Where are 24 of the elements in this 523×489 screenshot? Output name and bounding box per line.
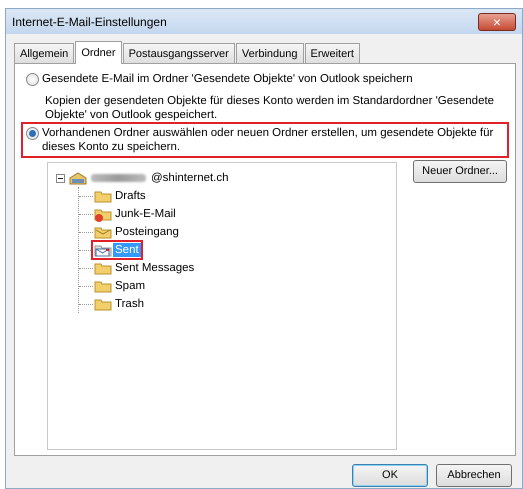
account-label[interactable]: @shinternet.ch xyxy=(149,171,231,185)
radio-button[interactable] xyxy=(26,127,39,140)
folder-label[interactable]: Posteingang xyxy=(113,225,181,239)
option-label[interactable]: Vorhandenen Ordner auswählen oder neuen Ordner erstellen, um gesendete Objekte für dieses Konto zu speichern. xyxy=(42,126,504,154)
mailbox-icon xyxy=(68,170,88,186)
option-label[interactable]: Gesendete E-Mail im Ordner 'Gesendete Objekte' von Outlook speichern xyxy=(42,72,413,86)
tab[interactable]: Allgemein xyxy=(14,43,74,63)
ok-button[interactable]: OK xyxy=(352,464,428,487)
tab[interactable]: Ordner xyxy=(75,41,122,64)
radio-button[interactable] xyxy=(26,73,39,86)
redacted-name xyxy=(91,174,146,182)
collapse-toggle-icon[interactable] xyxy=(56,174,65,182)
folder-label[interactable]: Spam xyxy=(113,279,148,293)
folder-label[interactable]: Junk-E-Mail xyxy=(113,207,178,221)
folder-label[interactable]: Trash xyxy=(113,297,146,311)
option-description: Kopien der gesendeten Objekte für dieses Konto werden im Standardordner 'Gesendete Objekte' von Outlook gespeichert. xyxy=(44,94,496,122)
new-folder-button[interactable]: Neuer Ordner... xyxy=(413,160,507,182)
folder-label[interactable]: Drafts xyxy=(113,189,148,203)
cancel-button[interactable]: Abbrechen xyxy=(436,464,512,487)
folder-label[interactable]: Sent Messages xyxy=(113,261,196,275)
tab[interactable]: Verbindung xyxy=(236,43,304,63)
tab[interactable]: Postausgangsserver xyxy=(122,43,235,63)
window-title: Internet-E-Mail-Einstellungen xyxy=(12,14,167,30)
tab[interactable]: Erweitert xyxy=(304,43,360,63)
